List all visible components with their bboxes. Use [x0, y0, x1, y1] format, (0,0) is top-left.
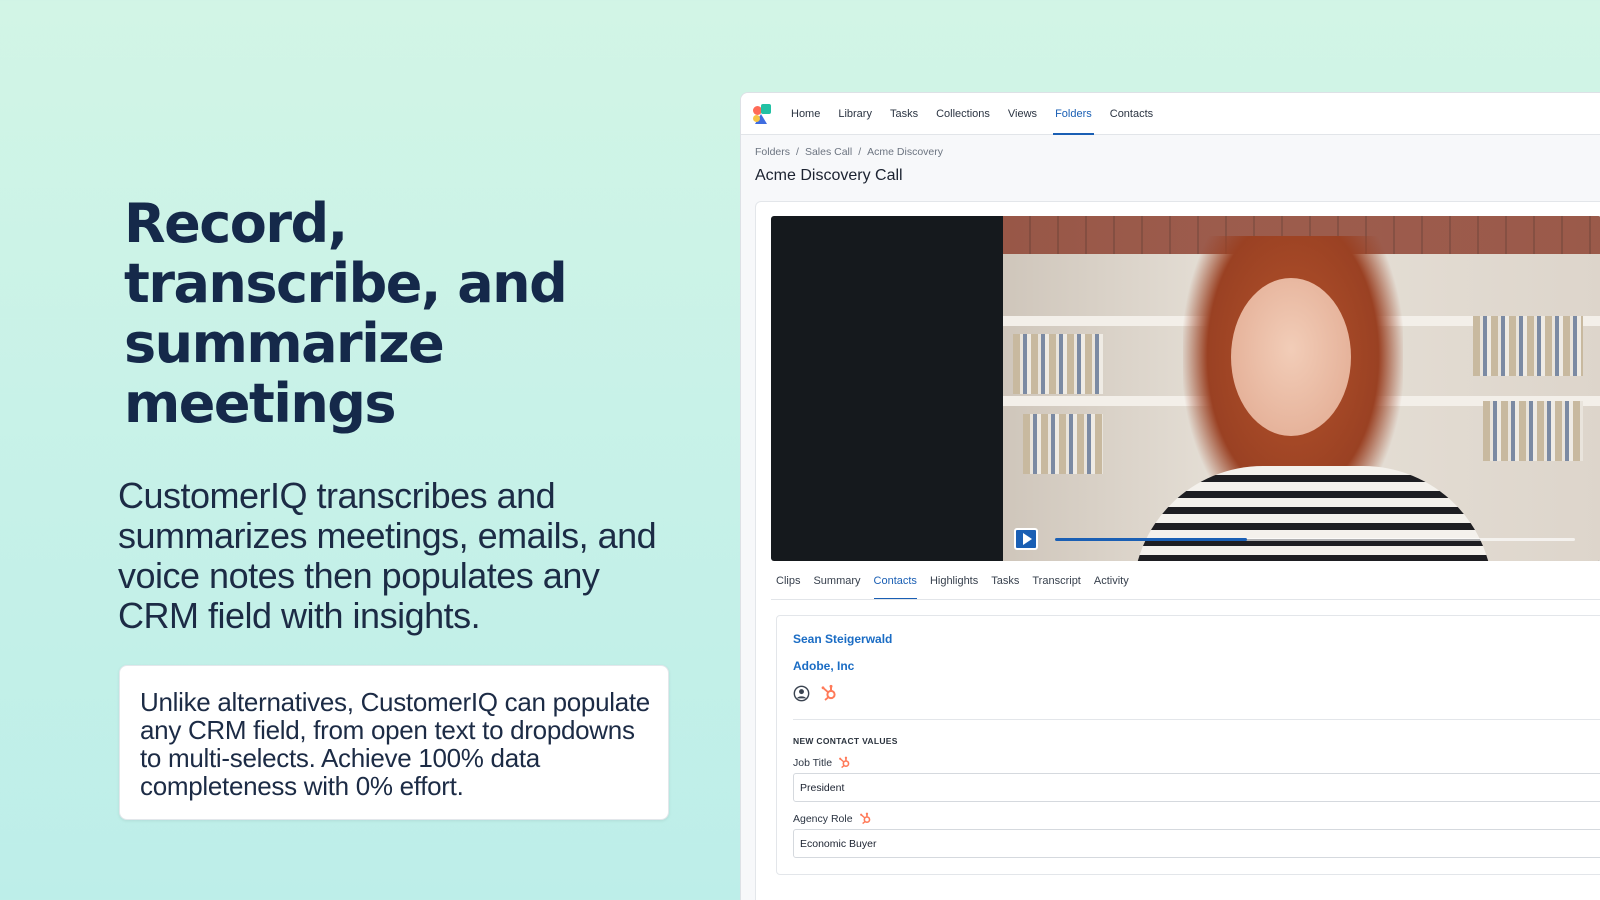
user-circle-icon[interactable] — [793, 685, 810, 702]
nav-library[interactable]: Library — [838, 93, 872, 135]
tab-transcript[interactable]: Transcript — [1032, 574, 1081, 600]
app-window: Home Library Tasks Collections Views Fol… — [740, 92, 1600, 900]
breadcrumb-acme-discovery[interactable]: Acme Discovery — [867, 146, 943, 158]
video-frame — [1003, 216, 1600, 561]
section-label: NEW CONTACT VALUES — [793, 736, 898, 746]
tabs-divider — [771, 599, 1600, 600]
tab-activity[interactable]: Activity — [1094, 574, 1129, 600]
hubspot-icon[interactable] — [820, 684, 838, 702]
breadcrumb-sales-call[interactable]: Sales Call — [805, 146, 852, 158]
video-progress-fill — [1055, 538, 1248, 541]
breadcrumb-separator: / — [796, 146, 799, 158]
nav-collections[interactable]: Collections — [936, 93, 990, 135]
video-player[interactable] — [771, 216, 1600, 561]
hero-title: Record, transcribe, and summarize meetin… — [124, 192, 568, 435]
job-title-label-text: Job Title — [793, 756, 833, 769]
nav-tasks[interactable]: Tasks — [890, 93, 918, 135]
hubspot-icon — [859, 812, 870, 825]
nav-folders[interactable]: Folders — [1053, 93, 1094, 135]
tab-contacts[interactable]: Contacts — [873, 574, 918, 600]
contact-icon-row — [793, 684, 838, 702]
job-title-input[interactable] — [793, 773, 1600, 802]
top-nav: Home Library Tasks Collections Views Fol… — [741, 93, 1600, 135]
breadcrumb: Folders / Sales Call / Acme Discovery — [755, 146, 943, 158]
nav-contacts[interactable]: Contacts — [1110, 93, 1153, 135]
nav-home[interactable]: Home — [791, 93, 820, 135]
card-divider — [793, 719, 1600, 720]
contact-card: Sean Steigerwald Adobe, Inc NEW CONTACT … — [776, 615, 1600, 875]
breadcrumb-separator: / — [858, 146, 862, 158]
hero-subtitle: CustomerIQ transcribes and summarizes me… — [118, 475, 657, 636]
callout-text: Unlike alternatives, CustomerIQ can popu… — [140, 687, 650, 801]
tab-highlights[interactable]: Highlights — [930, 574, 978, 600]
callout-box: Unlike alternatives, CustomerIQ can popu… — [119, 665, 669, 820]
agency-role-label-text: Agency Role — [793, 812, 853, 825]
breadcrumb-folders[interactable]: Folders — [755, 146, 790, 158]
tab-clips[interactable]: Clips — [776, 574, 800, 600]
video-progress-bar[interactable] — [1055, 538, 1575, 541]
agency-role-label: Agency Role — [793, 812, 872, 825]
logo-icon[interactable] — [753, 103, 773, 124]
agency-role-input[interactable] — [793, 829, 1600, 858]
tab-summary[interactable]: Summary — [813, 574, 860, 600]
play-button[interactable] — [1014, 528, 1038, 550]
contact-name-link[interactable]: Sean Steigerwald — [793, 632, 892, 646]
tab-tasks[interactable]: Tasks — [991, 574, 1019, 600]
meeting-panel: Clips Summary Contacts Highlights Tasks … — [755, 201, 1600, 900]
meeting-tabs: Clips Summary Contacts Highlights Tasks … — [776, 574, 1142, 600]
nav-views[interactable]: Views — [1008, 93, 1037, 135]
page-title: Acme Discovery Call — [755, 167, 903, 184]
hubspot-icon — [839, 756, 850, 769]
company-name-link[interactable]: Adobe, Inc — [793, 659, 854, 673]
job-title-label: Job Title — [793, 756, 851, 769]
